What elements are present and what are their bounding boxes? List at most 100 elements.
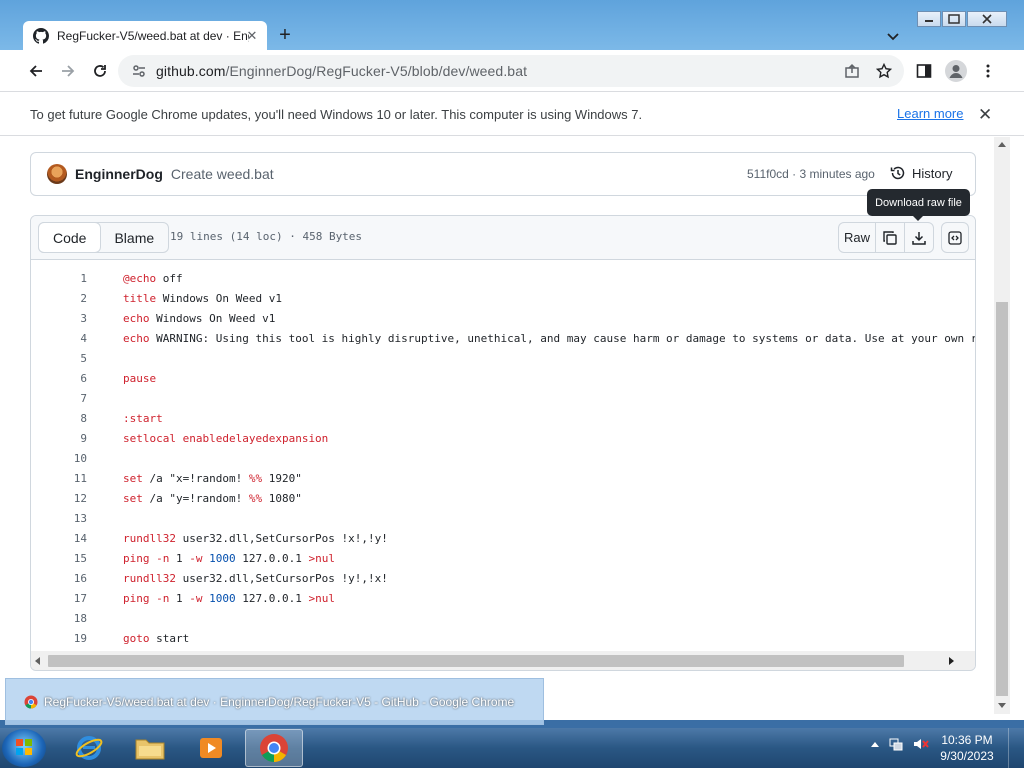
code-line: 8 :start <box>31 409 975 429</box>
new-tab-icon[interactable]: + <box>276 25 294 45</box>
chrome-icon <box>24 695 38 708</box>
reload-icon[interactable] <box>90 61 110 81</box>
line-number[interactable]: 10 <box>31 449 87 469</box>
menu-kebab-icon[interactable] <box>980 63 996 79</box>
line-number[interactable]: 12 <box>31 489 87 509</box>
line-number[interactable]: 14 <box>31 529 87 549</box>
line-number[interactable]: 15 <box>31 549 87 569</box>
line-text: echo WARNING: Using this tool is highly … <box>123 332 976 345</box>
side-panel-icon[interactable] <box>916 63 932 79</box>
taskbar-chrome[interactable] <box>245 729 303 767</box>
raw-button[interactable]: Raw <box>839 223 875 252</box>
line-number[interactable]: 9 <box>31 429 87 449</box>
line-number[interactable]: 6 <box>31 369 87 389</box>
code-line: 12 set /a "y=!random! %% 1080" <box>31 489 975 509</box>
horizontal-scroll-thumb[interactable] <box>48 655 904 667</box>
line-text: @echo off <box>123 272 183 285</box>
clock[interactable]: 10:36 PM 9/30/2023 <box>936 732 998 764</box>
clock-time: 10:36 PM <box>941 733 993 747</box>
latest-commit-bar: EnginnerDog Create weed.bat 511f0cd · 3 … <box>30 152 976 196</box>
line-number[interactable]: 18 <box>31 609 87 629</box>
tab-close-icon[interactable]: ✕ <box>245 29 259 43</box>
code-line: 10 <box>31 449 975 469</box>
code-tab[interactable]: Code <box>38 222 102 253</box>
line-text: echo Windows On Weed v1 <box>123 312 276 325</box>
infobar-close-icon[interactable]: ✕ <box>978 105 992 125</box>
share-icon[interactable] <box>844 63 860 79</box>
url-path: /EnginnerDog/RegFucker-V5/blob/dev/weed.… <box>225 63 528 79</box>
line-number[interactable]: 4 <box>31 329 87 349</box>
line-number[interactable]: 19 <box>31 629 87 649</box>
scroll-down-icon[interactable] <box>998 702 1006 708</box>
line-text: set /a "x=!random! %% 1920" <box>123 472 302 485</box>
line-number[interactable]: 5 <box>31 349 87 369</box>
download-button[interactable] <box>904 223 933 252</box>
taskbar-thumbnail-title: RegFucker-V5/weed.bat at dev · EnginnerD… <box>44 694 515 709</box>
internet-explorer-icon <box>75 736 103 760</box>
windows-logo-icon <box>16 739 32 755</box>
scroll-up-icon[interactable] <box>998 142 1006 148</box>
profile-avatar[interactable] <box>945 60 967 82</box>
media-player-icon <box>200 738 222 758</box>
line-number[interactable]: 11 <box>31 469 87 489</box>
network-icon[interactable] <box>888 736 904 752</box>
code-line: 9 setlocal enabledelayedexpansion <box>31 429 975 449</box>
browser-tab[interactable]: RegFucker-V5/weed.bat at dev · EnginnerD… <box>23 21 267 51</box>
line-text: :start <box>123 412 163 425</box>
line-text: set /a "y=!random! %% 1080" <box>123 492 302 505</box>
code-line: 19 goto start <box>31 629 975 649</box>
site-info-icon[interactable] <box>132 64 146 78</box>
copy-button[interactable] <box>875 223 904 252</box>
forward-icon[interactable] <box>58 61 78 81</box>
line-number[interactable]: 3 <box>31 309 87 329</box>
commit-author[interactable]: EnginnerDog <box>75 166 163 182</box>
taskbar-ie[interactable] <box>60 729 118 767</box>
volume-muted-icon[interactable] <box>912 736 930 752</box>
line-text: ping -n 1 -w 1000 127.0.0.1 >nul <box>123 592 335 605</box>
horizontal-scrollbar[interactable] <box>31 651 975 670</box>
vertical-scroll-thumb[interactable] <box>996 302 1008 696</box>
commit-message[interactable]: Create weed.bat <box>171 166 274 182</box>
chrome-icon <box>260 734 288 762</box>
symbols-button[interactable] <box>941 222 969 253</box>
start-button[interactable] <box>2 729 46 767</box>
line-text: pause <box>123 372 157 385</box>
back-icon[interactable] <box>26 61 46 81</box>
tray-expand-icon[interactable] <box>870 736 880 752</box>
chevron-down-icon[interactable] <box>885 28 901 44</box>
history-button[interactable]: History <box>890 165 952 181</box>
line-number[interactable]: 2 <box>31 289 87 309</box>
line-number[interactable]: 13 <box>31 509 87 529</box>
author-avatar[interactable] <box>47 164 67 184</box>
maximize-button[interactable] <box>942 11 966 27</box>
line-number[interactable]: 1 <box>31 269 87 289</box>
address-bar[interactable]: github.com/EnginnerDog/RegFucker-V5/blob… <box>118 55 904 87</box>
line-number[interactable]: 8 <box>31 409 87 429</box>
taskbar-media-player[interactable] <box>182 729 240 767</box>
show-desktop-button[interactable] <box>1008 728 1024 768</box>
code-line: 5 <box>31 349 975 369</box>
code-line: 3 echo Windows On Weed v1 <box>31 309 975 329</box>
close-window-button[interactable] <box>967 11 1007 27</box>
scroll-right-icon[interactable] <box>948 657 954 665</box>
scroll-left-icon[interactable] <box>35 657 41 665</box>
code-line: 1 @echo off <box>31 269 975 289</box>
taskbar-explorer[interactable] <box>121 729 179 767</box>
blame-tab[interactable]: Blame <box>100 223 168 252</box>
bookmark-star-icon[interactable] <box>876 63 892 79</box>
line-number[interactable]: 7 <box>31 389 87 409</box>
download-icon <box>912 231 926 245</box>
vertical-scrollbar[interactable] <box>994 137 1010 714</box>
code-line: 7 <box>31 389 975 409</box>
history-icon <box>890 166 905 180</box>
code-view[interactable]: 1 @echo off 2 title Windows On Weed v1 3 echo… <box>31 261 975 651</box>
learn-more-link[interactable]: Learn more <box>897 106 963 121</box>
taskbar-thumbnail-label[interactable]: RegFucker-V5/weed.bat at dev · EnginnerD… <box>5 678 544 725</box>
commit-meta[interactable]: 511f0cd · 3 minutes ago <box>747 167 875 181</box>
code-line: 6 pause <box>31 369 975 389</box>
minimize-button[interactable] <box>917 11 941 27</box>
line-number[interactable]: 17 <box>31 589 87 609</box>
line-number[interactable]: 16 <box>31 569 87 589</box>
line-text: goto start <box>123 632 190 645</box>
url-text: github.com/EnginnerDog/RegFucker-V5/blob… <box>156 63 527 79</box>
